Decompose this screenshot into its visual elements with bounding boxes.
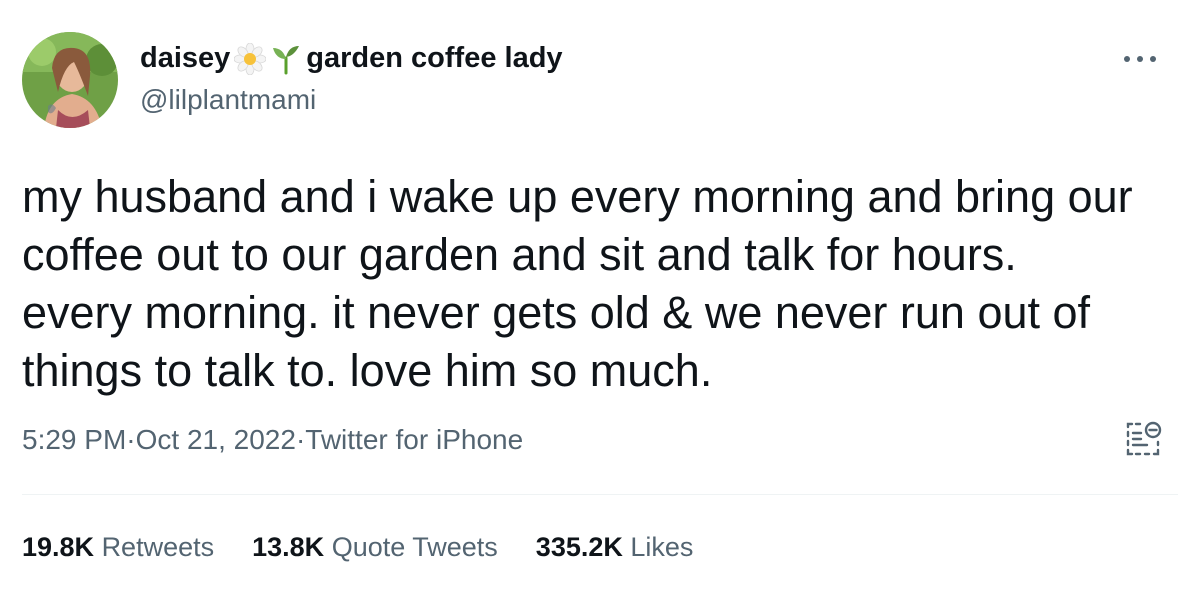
- quote-tweets-label: Quote Tweets: [331, 532, 498, 562]
- tweet-metadata: 5:29 PM · Oct 21, 2022 · Twitter for iPh…: [22, 424, 523, 456]
- display-name-text: daisey: [140, 42, 231, 74]
- display-name-suffix: garden coffee lady: [306, 42, 563, 74]
- likes-label: Likes: [630, 532, 694, 562]
- retweets-stat[interactable]: 19.8K Retweets: [22, 532, 214, 563]
- meta-separator: ·: [295, 424, 306, 455]
- retweets-label: Retweets: [101, 532, 215, 562]
- avatar[interactable]: [22, 32, 118, 128]
- display-name[interactable]: daisey garden coffee lady: [140, 42, 563, 75]
- avatar-image: [22, 32, 118, 128]
- tweet-card: daisey garden coffee lady @lilplantmami …: [0, 0, 1200, 600]
- tweet-text: my husband and i wake up every morning a…: [22, 168, 1182, 400]
- daisy-flower-icon: [233, 42, 267, 75]
- seedling-icon: [270, 43, 302, 75]
- more-horizontal-icon: [1124, 56, 1156, 62]
- tweet-stats: 19.8K Retweets 13.8K Quote Tweets 335.2K…: [22, 532, 693, 563]
- tweet-text-line: every morning. it never gets old & we ne…: [22, 287, 1091, 338]
- likes-stat[interactable]: 335.2K Likes: [536, 532, 694, 563]
- more-options-button[interactable]: [1118, 46, 1162, 72]
- meta-separator: ·: [126, 424, 136, 455]
- retweets-count: 19.8K: [22, 532, 102, 562]
- divider: [22, 494, 1178, 495]
- user-handle[interactable]: @lilplantmami: [140, 84, 316, 116]
- tweet-analytics-button[interactable]: [1122, 418, 1166, 462]
- tweet-text-line: my husband and i wake up every morning a…: [22, 171, 1133, 222]
- tweet-text-line: coffee out to our garden and sit and tal…: [22, 229, 1017, 280]
- quote-tweets-count: 13.8K: [252, 532, 332, 562]
- tweet-source[interactable]: Twitter for iPhone: [305, 424, 523, 456]
- tweet-text-line: things to talk to. love him so much.: [22, 345, 713, 396]
- tweet-date[interactable]: Oct 21, 2022: [136, 424, 296, 456]
- tweet-analytics-icon: [1126, 421, 1162, 456]
- quote-tweets-stat[interactable]: 13.8K Quote Tweets: [252, 532, 498, 563]
- tweet-time[interactable]: 5:29 PM: [22, 424, 126, 456]
- likes-count: 335.2K: [535, 532, 631, 562]
